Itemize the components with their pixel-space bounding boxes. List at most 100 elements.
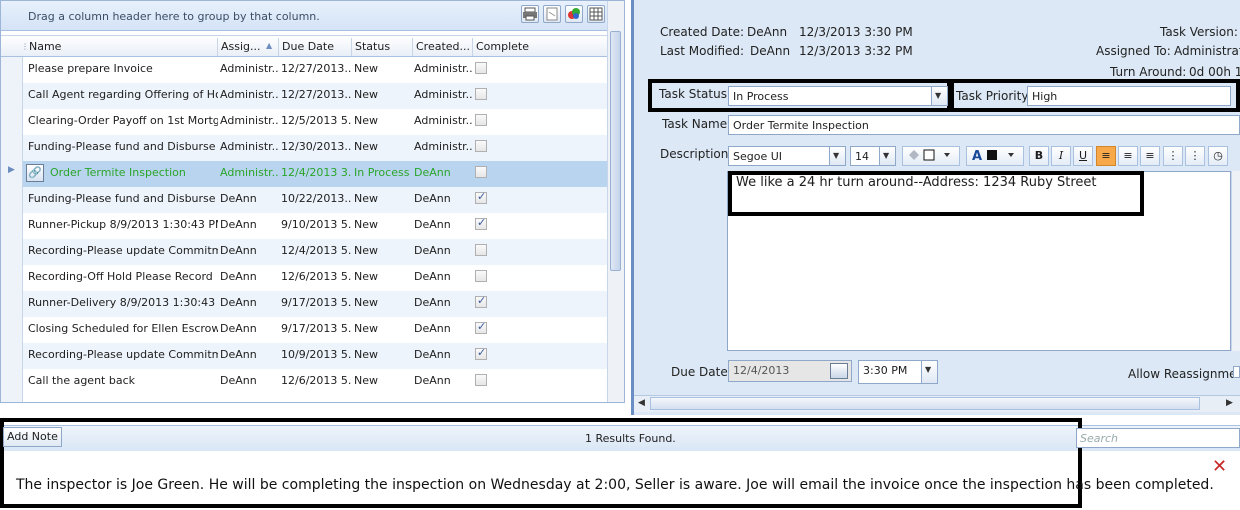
table-row[interactable]: Funding-Please fund and Disburse Administ… (23, 135, 607, 161)
created-by-cell: DeAnn (414, 374, 451, 387)
allow-reassignment-label: Allow Reassignment: (1128, 367, 1240, 381)
table-row[interactable]: Runner-Pickup 8/9/2013 1:30:43 PM DeAnn 9/… (23, 213, 607, 239)
created-by-cell: DeAnn (414, 322, 451, 335)
column-header-due-date[interactable]: Due Date (282, 40, 334, 53)
due-date-input[interactable]: 12/4/2013 (728, 360, 852, 382)
row-handle-icon: ⋮ (21, 42, 29, 51)
insert-time-icon[interactable]: ◷ (1208, 146, 1228, 166)
complete-checkbox[interactable] (475, 244, 487, 256)
created-by-cell: DeAnn (414, 166, 451, 179)
table-row[interactable]: Call the agent back DeAnn 12/6/2013 5... Ne… (23, 369, 607, 395)
description-text: We like a 24 hr turn around--Address: 12… (736, 175, 1097, 190)
column-separator[interactable] (351, 38, 352, 56)
complete-checkbox[interactable] (475, 88, 487, 100)
align-center-icon[interactable]: ≡ (1118, 146, 1138, 166)
font-name-value: Segoe UI (733, 150, 783, 163)
italic-button[interactable]: I (1051, 146, 1071, 166)
detail-horizontal-scrollbar[interactable]: ◀ ▶ (634, 395, 1240, 412)
complete-checkbox[interactable] (475, 322, 487, 334)
complete-checkbox[interactable] (475, 218, 487, 230)
search-input[interactable]: Search (1076, 428, 1240, 448)
scroll-right-icon[interactable]: ▶ (1226, 398, 1233, 408)
task-name-cell: Runner-Delivery 8/9/2013 1:30:43 PM (28, 296, 218, 309)
assigned-cell: Administr... (220, 140, 278, 153)
print-icon[interactable] (521, 5, 539, 23)
column-separator[interactable] (217, 38, 218, 56)
description-scrollbar[interactable] (1231, 171, 1240, 351)
column-separator[interactable] (412, 38, 413, 56)
complete-checkbox[interactable] (475, 374, 487, 386)
svg-text:A: A (972, 149, 982, 163)
task-status-value: In Process (733, 90, 789, 103)
complete-checkbox[interactable] (475, 62, 487, 74)
export-icon[interactable] (543, 5, 561, 23)
description-label: Description: (660, 147, 733, 161)
bullet-list-icon[interactable]: ⋮ (1163, 146, 1183, 166)
highlight-color-button[interactable] (902, 146, 960, 166)
complete-checkbox[interactable] (475, 270, 487, 282)
underline-button[interactable]: U (1073, 146, 1093, 166)
table-row[interactable]: Runner-Delivery 8/9/2013 1:30:43 PM DeAnn… (23, 291, 607, 317)
status-cell: New (354, 374, 378, 387)
font-size-value: 14 (855, 150, 869, 163)
complete-checkbox[interactable] (475, 192, 487, 204)
add-note-button[interactable]: Add Note (3, 427, 62, 447)
task-name-cell: Order Termite Inspection (50, 166, 186, 179)
created-by-cell: Administr... (414, 88, 472, 101)
delete-note-icon[interactable]: ✕ (1212, 456, 1227, 477)
column-header-created[interactable]: Created... (416, 40, 470, 53)
task-name-cell: Funding-Please fund and Disburse (28, 140, 216, 153)
complete-checkbox[interactable] (475, 140, 487, 152)
group-by-bar[interactable]: Drag a column header here to group by th… (1, 1, 624, 31)
note-highlight (0, 418, 1082, 508)
table-row[interactable]: Recording-Please update CommitmentDeAnn1… (23, 239, 607, 265)
font-size-select[interactable]: 14 (850, 146, 896, 166)
table-row[interactable]: Recording-Please update CommitmentDeAnn1… (23, 343, 607, 369)
grid-scrollbar-thumb[interactable] (610, 31, 621, 271)
due-time-input[interactable]: 3:30 PM (858, 360, 938, 384)
numbered-list-icon[interactable]: ⋮ (1185, 146, 1205, 166)
chart-icon[interactable] (565, 5, 583, 23)
table-row[interactable]: Call Agent regarding Offering of HomeAdm… (23, 83, 607, 109)
column-chooser-icon[interactable] (587, 5, 605, 23)
table-row[interactable]: Order Termite Inspection Administr... 12/4… (23, 161, 607, 187)
bold-button[interactable]: B (1029, 146, 1049, 166)
table-row[interactable]: Please prepare Invoice Administr... 12/27/… (23, 57, 607, 83)
status-cell: New (354, 322, 378, 335)
modified-date-value: 12/3/2013 3:32 PM (799, 44, 913, 58)
column-header-complete[interactable]: Complete (476, 40, 529, 53)
chevron-down-icon[interactable] (879, 147, 895, 165)
font-name-select[interactable]: Segoe UI (728, 146, 846, 166)
column-separator[interactable] (472, 38, 473, 56)
complete-checkbox[interactable] (475, 348, 487, 360)
chevron-down-icon[interactable] (829, 147, 845, 165)
column-header-name[interactable]: Name (29, 40, 61, 53)
complete-checkbox[interactable] (475, 114, 487, 126)
align-left-icon[interactable]: ≡ (1096, 146, 1116, 166)
column-separator[interactable] (278, 38, 279, 56)
task-priority-select[interactable]: High (1027, 86, 1231, 106)
table-row[interactable]: Recording-Off Hold Please Record DeAnn 12/… (23, 265, 607, 291)
complete-checkbox[interactable] (475, 296, 487, 308)
table-row[interactable]: Funding-Please fund and Disburse DeAnn 10/… (23, 187, 607, 213)
task-name-cell: Runner-Pickup 8/9/2013 1:30:43 PM (28, 218, 218, 231)
task-grid: Drag a column header here to group by th… (0, 0, 625, 403)
due-date-cell: 12/4/2013 3... (281, 166, 351, 179)
column-header-status[interactable]: Status (355, 40, 390, 53)
chevron-down-icon[interactable] (921, 361, 937, 383)
task-name-input[interactable]: Order Termite Inspection (728, 115, 1240, 135)
complete-checkbox[interactable] (475, 166, 487, 178)
align-right-icon[interactable]: ≡ (1140, 146, 1160, 166)
font-color-button[interactable]: A (966, 146, 1024, 166)
allow-reassignment-checkbox[interactable] (1233, 366, 1240, 378)
chevron-down-icon[interactable] (931, 87, 947, 105)
column-header-assigned[interactable]: Assig... (221, 40, 261, 53)
table-row[interactable]: Closing Scheduled for Ellen Escrow DeAnn 9… (23, 317, 607, 343)
scroll-left-icon[interactable]: ◀ (638, 398, 645, 408)
horizontal-scroll-thumb[interactable] (650, 397, 1200, 410)
task-name-cell: Clearing-Order Payoff on 1st Mortgage (28, 114, 218, 127)
calendar-icon[interactable] (830, 363, 848, 379)
task-status-select[interactable]: In Process (728, 86, 948, 106)
created-date-label: Created Date: (660, 25, 745, 39)
table-row[interactable]: Clearing-Order Payoff on 1st MortgageAdm… (23, 109, 607, 135)
